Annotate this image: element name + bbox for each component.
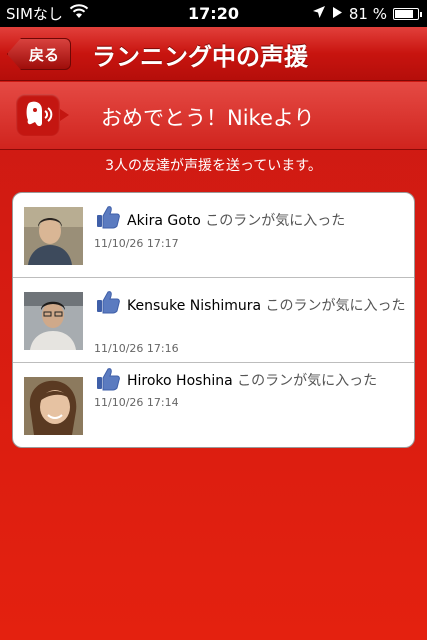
cheer-message: おめでとう！Nikeより: [101, 106, 315, 130]
avatar: [24, 207, 83, 265]
navigation-bar: 戻る ランニング中の声援: [0, 27, 427, 81]
cheer-item-text: Akira Goto このランが気に入った: [127, 211, 406, 231]
like-thumbs-up-icon: [95, 289, 121, 319]
timestamp: 11/10/26 17:16: [94, 342, 179, 355]
avatar: [24, 292, 83, 350]
list-item[interactable]: Kensuke Nishimura このランが気に入った 11/10/26 17…: [13, 278, 414, 363]
timestamp: 11/10/26 17:17: [94, 237, 179, 250]
friend-name: Akira Goto: [127, 213, 201, 229]
status-left: SIMなし: [6, 3, 89, 24]
carrier-label: SIMなし: [6, 5, 63, 23]
list-item[interactable]: Akira Goto このランが気に入った 11/10/26 17:17: [13, 193, 414, 278]
friend-name: Kensuke Nishimura: [127, 298, 262, 314]
like-thumbs-up-icon: [95, 204, 121, 234]
cheer-item-message: このランが気に入った: [237, 373, 378, 389]
like-thumbs-up-icon: [95, 366, 121, 396]
avatar: [24, 377, 83, 435]
battery-icon: [393, 7, 422, 20]
cheer-banner[interactable]: おめでとう！Nikeより: [0, 82, 427, 150]
cheer-item-text: Hiroko Hoshina このランが気に入った: [127, 371, 406, 391]
battery-percent: 81 %: [348, 4, 387, 23]
list-item[interactable]: Hiroko Hoshina このランが気に入った 11/10/26 17:14: [13, 363, 414, 447]
cheer-voice-icon: [16, 94, 69, 136]
cheer-list: Akira Goto このランが気に入った 11/10/26 17:17 Ken…: [12, 192, 415, 448]
cheer-item-text: Kensuke Nishimura このランが気に入った: [127, 296, 406, 316]
status-bar: SIMなし 17:20 81 %: [0, 0, 427, 27]
cheer-item-message: このランが気に入った: [265, 298, 406, 314]
timestamp: 11/10/26 17:14: [94, 396, 179, 409]
battery-fill: [395, 9, 413, 18]
friends-summary: 3人の友達が声援を送っています。: [105, 158, 322, 174]
friend-name: Hiroko Hoshina: [127, 373, 233, 389]
play-icon: [332, 5, 343, 23]
cheer-item-message: このランが気に入った: [205, 213, 346, 229]
page-title: ランニング中の声援: [92, 43, 308, 71]
location-arrow-icon: [312, 5, 326, 23]
back-button[interactable]: 戻る: [7, 38, 71, 70]
wifi-icon: [69, 4, 89, 23]
status-right: 81 %: [312, 4, 422, 23]
